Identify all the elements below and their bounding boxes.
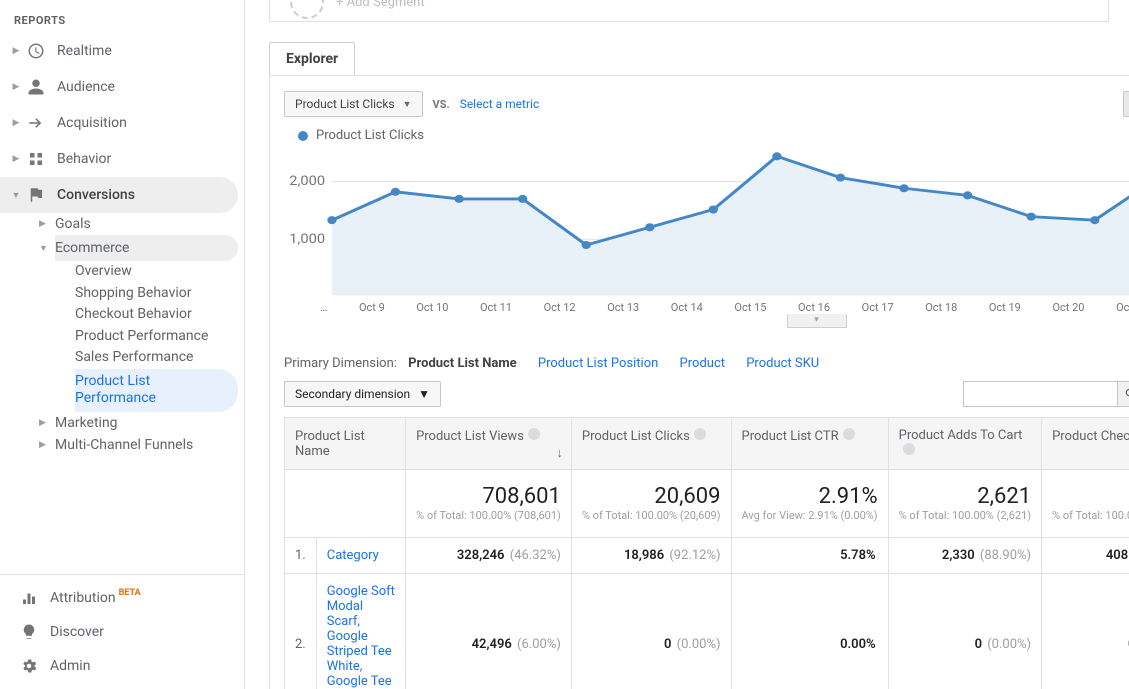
col-clicks[interactable]: Product List Clicks xyxy=(571,418,731,470)
flag-icon xyxy=(25,186,47,204)
col-ctr[interactable]: Product List CTR xyxy=(731,418,888,470)
attribution-icon xyxy=(18,589,40,607)
ecom-checkout-behavior[interactable]: Checkout Behavior xyxy=(75,304,244,326)
subnav-goals[interactable]: ▶Goals xyxy=(55,213,244,235)
time-day[interactable]: Day xyxy=(1124,92,1129,116)
dim-product-list-name[interactable]: Product List Name xyxy=(408,356,516,371)
ecom-shopping-behavior[interactable]: Shopping Behavior xyxy=(75,283,244,305)
gear-icon xyxy=(18,657,40,675)
table-controls: Secondary dimension ▼ advanced xyxy=(284,381,1129,407)
nav-conversions[interactable]: ▼ Conversions xyxy=(0,177,238,213)
legend-label: Product List Clicks xyxy=(316,128,424,143)
reports-heading: REPORTS xyxy=(0,8,244,33)
plot-controls: Product List Clicks ▼ VS. Select a metri… xyxy=(284,90,1129,118)
nav-behavior[interactable]: ▶ Behavior xyxy=(0,141,244,177)
chevron-down-icon: ▼ xyxy=(403,99,412,110)
tab-explorer[interactable]: Explorer xyxy=(269,42,355,75)
subnav-mcf[interactable]: ▶Multi-Channel Funnels xyxy=(55,434,244,456)
svg-text:1,000: 1,000 xyxy=(289,232,325,247)
metric-label: Product List Clicks xyxy=(295,97,395,111)
ecom-product-performance[interactable]: Product Performance xyxy=(75,326,244,348)
table-row[interactable]: 1. Category 328,246 (46.32%) 18,986 (92.… xyxy=(285,538,1129,574)
secondary-label: Secondary dimension xyxy=(295,387,410,401)
chevron-right-icon: ▶ xyxy=(39,440,53,450)
dim-product[interactable]: Product xyxy=(680,356,725,371)
subnav-marketing[interactable]: ▶Marketing xyxy=(55,412,244,434)
flow-icon xyxy=(25,150,47,168)
search-button[interactable] xyxy=(1118,381,1129,407)
row-name[interactable]: Google Soft Modal Scarf, Google Striped … xyxy=(316,574,405,689)
chevron-right-icon: ▶ xyxy=(10,154,22,164)
nav-label: Audience xyxy=(57,79,115,95)
select-metric-link[interactable]: Select a metric xyxy=(460,97,540,111)
chevron-down-icon: ▼ xyxy=(418,387,430,401)
col-adds[interactable]: Product Adds To Cart xyxy=(888,418,1041,470)
ecom-overview[interactable]: Overview xyxy=(75,261,244,283)
segment-box[interactable]: + Add Segment xyxy=(269,0,1109,22)
table-row[interactable]: 2. Google Soft Modal Scarf, Google Strip… xyxy=(285,574,1129,689)
nav-label: Attribution xyxy=(50,590,116,606)
nav-audience[interactable]: ▶ Audience xyxy=(0,69,244,105)
beta-badge: BETA xyxy=(119,588,141,598)
chart-legend: Product List Clicks xyxy=(298,128,1129,143)
add-segment-label: + Add Segment xyxy=(336,0,425,10)
totals-row: 708,601% of Total: 100.00% (708,601) 20,… xyxy=(285,470,1129,538)
svg-text:2,000: 2,000 xyxy=(289,174,325,189)
legend-dot-icon xyxy=(298,131,308,141)
table-search-input[interactable] xyxy=(963,381,1118,407)
secondary-dimension-select[interactable]: Secondary dimension ▼ xyxy=(284,381,441,407)
data-table: Product List Name Product List Views↓ Pr… xyxy=(284,417,1129,689)
nav-label: Admin xyxy=(50,658,90,674)
chart-pull-handle[interactable]: ▾ xyxy=(787,314,847,328)
dim-product-sku[interactable]: Product SKU xyxy=(746,356,819,371)
primary-dimension-row: Primary Dimension: Product List Name Pro… xyxy=(284,356,1129,371)
time-buttons: Day Week Month xyxy=(1123,91,1129,117)
chevron-right-icon: ▶ xyxy=(39,418,53,428)
row-name[interactable]: Category xyxy=(316,538,405,574)
ecom-product-list-performance[interactable]: Product List Performance xyxy=(75,369,238,412)
dim-label: Primary Dimension: xyxy=(284,356,397,371)
subnav-label: Multi-Channel Funnels xyxy=(55,437,193,453)
subnav-ecommerce[interactable]: ▼Ecommerce xyxy=(55,235,238,261)
col-checkouts[interactable]: Product Checkouts xyxy=(1042,418,1129,470)
subnav-label: Marketing xyxy=(55,415,118,431)
chevron-right-icon: ▶ xyxy=(10,82,22,92)
nav-realtime[interactable]: ▶ Realtime xyxy=(0,33,244,69)
nav-label: Discover xyxy=(50,624,104,640)
bulb-icon xyxy=(18,623,40,641)
vs-label: VS. xyxy=(433,98,450,111)
nav-discover[interactable]: Discover xyxy=(0,615,244,649)
nav-label: Conversions xyxy=(57,187,135,203)
person-icon xyxy=(25,78,47,96)
chevron-down-icon: ▼ xyxy=(10,190,22,201)
chevron-right-icon: ▶ xyxy=(39,219,53,229)
add-segment-icon xyxy=(290,0,324,19)
nav-acquisition[interactable]: ▶ Acquisition xyxy=(0,105,244,141)
subnav-label: Goals xyxy=(55,216,91,232)
chevron-down-icon: ▼ xyxy=(39,243,53,254)
ecom-sales-performance[interactable]: Sales Performance xyxy=(75,347,244,369)
col-views[interactable]: Product List Views↓ xyxy=(406,418,572,470)
chevron-right-icon: ▶ xyxy=(10,118,22,128)
clock-icon xyxy=(25,42,47,60)
chevron-right-icon: ▶ xyxy=(10,46,22,56)
nav-label: Behavior xyxy=(57,151,111,167)
subnav-label: Ecommerce xyxy=(55,240,129,256)
nav-label: Acquisition xyxy=(57,115,127,131)
chart-x-axis: …Oct 9Oct 10Oct 11Oct 12Oct 13Oct 14Oct … xyxy=(284,297,1129,314)
line-chart: 2,000 1,000 xyxy=(284,147,1129,297)
col-name[interactable]: Product List Name xyxy=(285,418,406,470)
dim-product-list-position[interactable]: Product List Position xyxy=(538,356,658,371)
metric-select[interactable]: Product List Clicks ▼ xyxy=(284,91,423,117)
arrows-icon xyxy=(25,114,47,132)
nav-attribution[interactable]: Attribution BETA xyxy=(0,581,244,615)
nav-admin[interactable]: Admin xyxy=(0,649,244,683)
nav-label: Realtime xyxy=(57,43,112,59)
